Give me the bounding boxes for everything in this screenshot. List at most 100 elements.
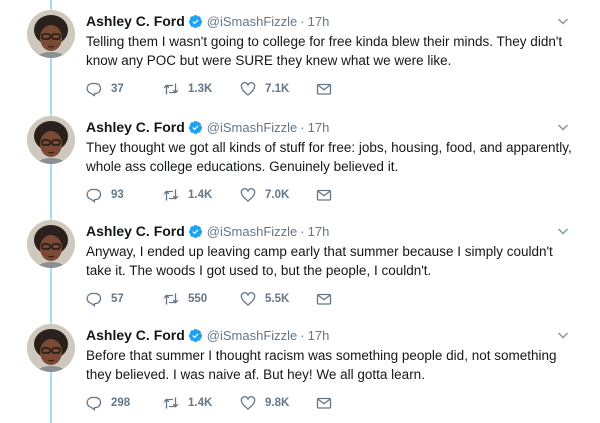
retweet-button[interactable]: 550 xyxy=(163,290,207,308)
avatar[interactable] xyxy=(27,220,75,268)
tweet-header: Ashley C. Ford @iSmashFizzle · 17h xyxy=(86,118,329,136)
reply-button[interactable]: 37 xyxy=(86,80,124,98)
heart-icon xyxy=(240,82,256,96)
retweet-button[interactable]: 1.4K xyxy=(163,186,212,204)
author-name[interactable]: Ashley C. Ford xyxy=(86,327,185,343)
tweet-timestamp[interactable]: 17h xyxy=(308,224,330,239)
avatar[interactable] xyxy=(27,324,75,372)
avatar-image xyxy=(27,324,75,372)
like-count: 5.5K xyxy=(265,293,290,305)
tweet-text-line: They thought we got all kinds of stuff f… xyxy=(86,140,572,155)
tweet-actions: 57 550 5.5K xyxy=(86,290,346,308)
retweet-count: 550 xyxy=(188,293,208,305)
tweet[interactable]: Ashley C. Ford @iSmashFizzle · 17h Befor… xyxy=(0,314,600,420)
author-handle[interactable]: @iSmashFizzle xyxy=(207,224,298,239)
separator-dot: · xyxy=(300,223,305,239)
separator-dot: · xyxy=(300,119,305,135)
retweet-icon xyxy=(163,293,179,305)
heart-icon xyxy=(240,396,256,410)
tweet-timestamp[interactable]: 17h xyxy=(308,120,330,135)
chevron-down-icon[interactable] xyxy=(556,120,570,134)
reply-button[interactable]: 93 xyxy=(86,186,124,204)
reply-icon xyxy=(86,82,102,97)
tweet-timestamp[interactable]: 17h xyxy=(308,328,330,343)
like-button[interactable]: 7.1K xyxy=(240,80,289,98)
heart-icon xyxy=(240,292,256,306)
avatar-image xyxy=(27,116,75,164)
tweet-timestamp[interactable]: 17h xyxy=(308,14,330,29)
like-count: 9.8K xyxy=(265,397,290,409)
chevron-down-icon[interactable] xyxy=(556,224,570,238)
tweet-text: Telling them I wasn't going to college f… xyxy=(86,32,576,70)
retweet-button[interactable]: 1.3K xyxy=(163,80,212,98)
direct-message-button[interactable] xyxy=(316,394,332,412)
envelope-icon xyxy=(316,293,332,305)
tweet-text-line: Before that summer I thought racism was … xyxy=(86,348,557,363)
tweet[interactable]: Ashley C. Ford @iSmashFizzle · 17h Telli… xyxy=(0,0,600,106)
reply-count: 93 xyxy=(111,189,124,201)
author-name[interactable]: Ashley C. Ford xyxy=(86,223,185,239)
tweet-header: Ashley C. Ford @iSmashFizzle · 17h xyxy=(86,12,329,30)
like-count: 7.0K xyxy=(265,189,290,201)
direct-message-button[interactable] xyxy=(316,186,332,204)
like-button[interactable]: 9.8K xyxy=(240,394,289,412)
author-handle[interactable]: @iSmashFizzle xyxy=(207,328,298,343)
tweet-header: Ashley C. Ford @iSmashFizzle · 17h xyxy=(86,326,329,344)
reply-button[interactable]: 298 xyxy=(86,394,130,412)
like-count: 7.1K xyxy=(265,83,290,95)
tweet[interactable]: Ashley C. Ford @iSmashFizzle · 17h Anywa… xyxy=(0,210,600,316)
envelope-icon xyxy=(316,83,332,95)
tweet-actions: 298 1.4K 9.8K xyxy=(86,394,346,412)
tweet-text: They thought we got all kinds of stuff f… xyxy=(86,138,576,176)
retweet-count: 1.4K xyxy=(188,189,213,201)
verified-badge-icon xyxy=(188,14,203,29)
separator-dot: · xyxy=(300,327,305,343)
author-handle[interactable]: @iSmashFizzle xyxy=(207,120,298,135)
envelope-icon xyxy=(316,397,332,409)
like-button[interactable]: 5.5K xyxy=(240,290,289,308)
envelope-icon xyxy=(316,189,332,201)
tweet-actions: 93 1.4K 7.0K xyxy=(86,186,346,204)
tweet-text: Before that summer I thought racism was … xyxy=(86,346,576,384)
reply-icon xyxy=(86,292,102,307)
tweet-text-line: Anyway, I ended up leaving camp early th… xyxy=(86,244,553,259)
reply-button[interactable]: 57 xyxy=(86,290,124,308)
tweet[interactable]: Ashley C. Ford @iSmashFizzle · 17h They … xyxy=(0,106,600,212)
tweet-text: Anyway, I ended up leaving camp early th… xyxy=(86,242,576,280)
verified-badge-icon xyxy=(188,120,203,135)
reply-icon xyxy=(86,188,102,203)
direct-message-button[interactable] xyxy=(316,80,332,98)
author-name[interactable]: Ashley C. Ford xyxy=(86,119,185,135)
reply-count: 57 xyxy=(111,293,124,305)
tweet-text-line: they believed. I was naive af. But hey! … xyxy=(86,367,425,382)
tweet-header: Ashley C. Ford @iSmashFizzle · 17h xyxy=(86,222,329,240)
retweet-icon xyxy=(163,189,179,201)
author-handle[interactable]: @iSmashFizzle xyxy=(207,14,298,29)
retweet-button[interactable]: 1.4K xyxy=(163,394,212,412)
retweet-count: 1.3K xyxy=(188,83,213,95)
heart-icon xyxy=(240,188,256,202)
tweet-text-line: Telling them I wasn't going to college f… xyxy=(86,34,563,49)
avatar[interactable] xyxy=(27,10,75,58)
tweet-text-line: know any POC but were SURE they knew wha… xyxy=(86,53,452,68)
retweet-count: 1.4K xyxy=(188,397,213,409)
verified-badge-icon xyxy=(188,224,203,239)
tweet-actions: 37 1.3K 7.1K xyxy=(86,80,346,98)
tweet-text-line: take it. The woods I got used to, but th… xyxy=(86,263,432,278)
verified-badge-icon xyxy=(188,328,203,343)
tweet-text-line: whole ass college educations. Genuinely … xyxy=(86,159,399,174)
reply-icon xyxy=(86,396,102,411)
avatar-image xyxy=(27,10,75,58)
avatar-image xyxy=(27,220,75,268)
like-button[interactable]: 7.0K xyxy=(240,186,289,204)
reply-count: 298 xyxy=(111,397,131,409)
chevron-down-icon[interactable] xyxy=(556,328,570,342)
author-name[interactable]: Ashley C. Ford xyxy=(86,13,185,29)
avatar[interactable] xyxy=(27,116,75,164)
chevron-down-icon[interactable] xyxy=(556,14,570,28)
retweet-icon xyxy=(163,397,179,409)
reply-count: 37 xyxy=(111,83,124,95)
retweet-icon xyxy=(163,83,179,95)
direct-message-button[interactable] xyxy=(316,290,332,308)
separator-dot: · xyxy=(300,13,305,29)
